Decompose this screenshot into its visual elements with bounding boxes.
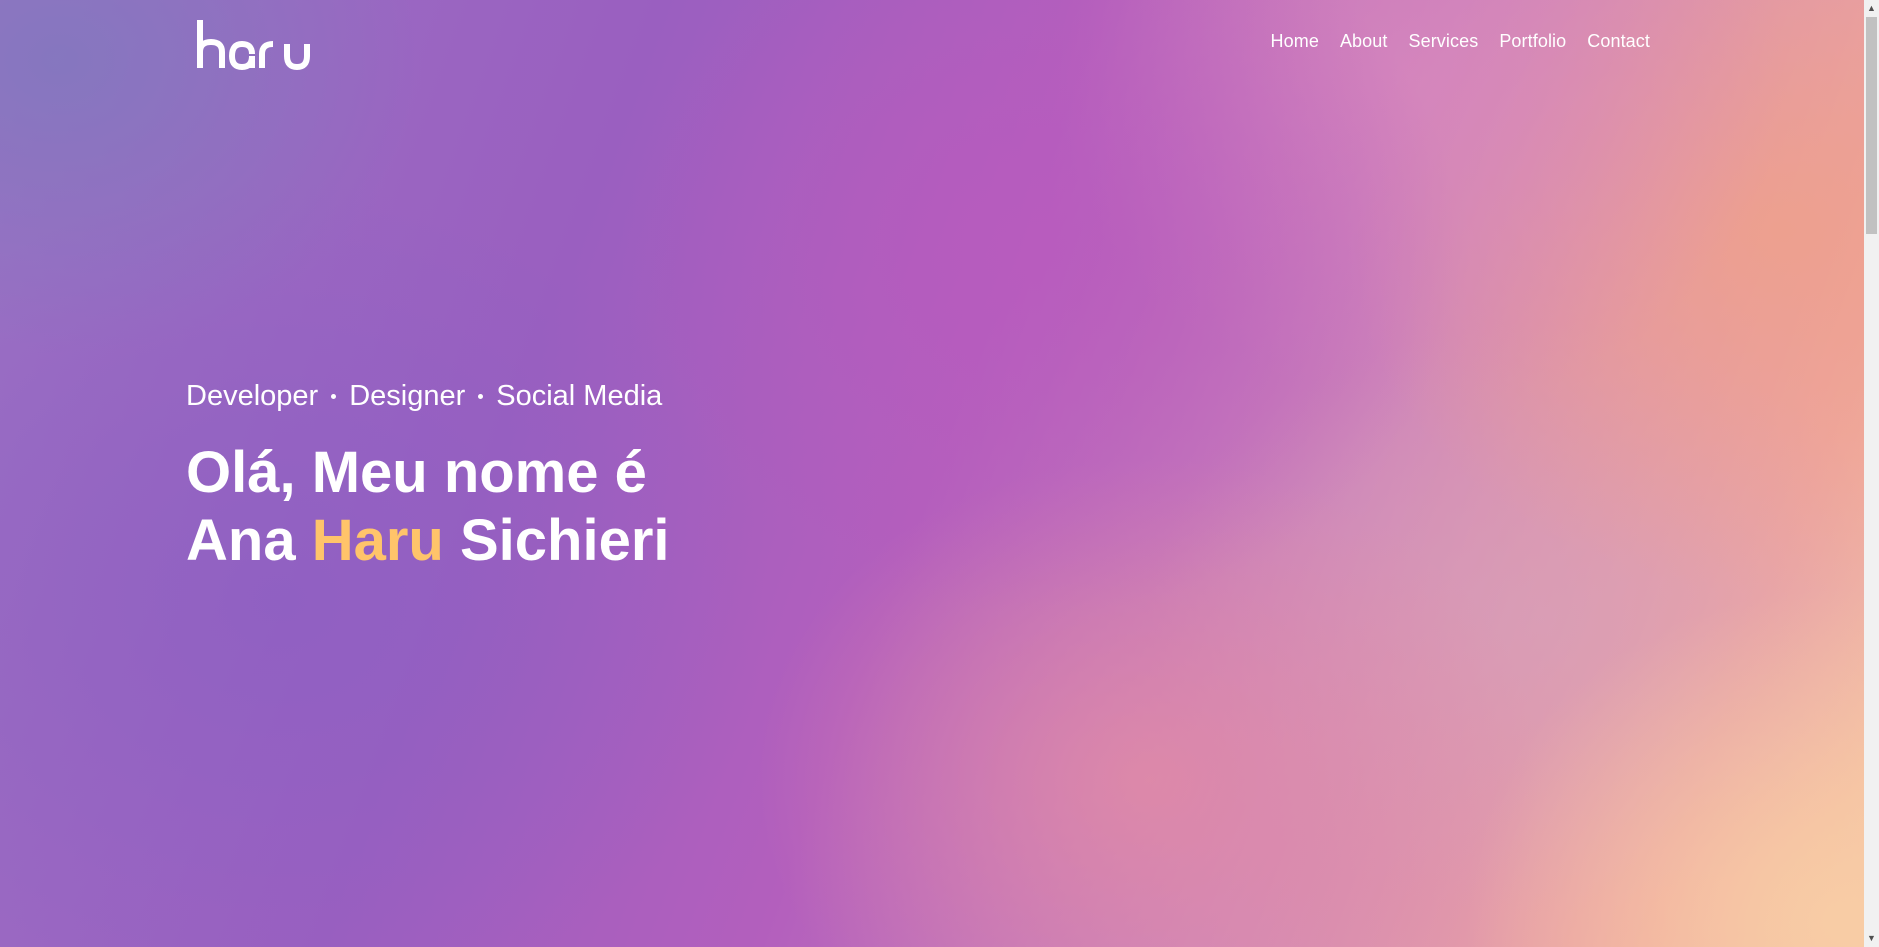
main-nav: Home About Services Portfolio Contact — [1250, 31, 1650, 52]
page-scrollbar[interactable]: ▲ ▼ — [1864, 0, 1879, 947]
greeting-line: Olá, Meu nome é — [186, 440, 647, 505]
nav-portfolio[interactable]: Portfolio — [1499, 31, 1566, 52]
roles-line: Developer Designer Social Media — [186, 380, 670, 413]
role-developer: Developer — [186, 380, 319, 412]
nav-home[interactable]: Home — [1271, 31, 1319, 52]
nav-contact[interactable]: Contact — [1587, 31, 1650, 52]
role-designer: Designer — [349, 380, 466, 412]
chevron-down-icon[interactable]: ▼ — [1864, 930, 1879, 947]
site-header: Home About Services Portfolio Contact — [0, 0, 1864, 90]
chevron-up-icon[interactable]: ▲ — [1864, 0, 1879, 17]
hero-heading: Olá, Meu nome é Ana Haru Sichieri — [186, 439, 670, 575]
separator-dot-icon — [478, 394, 484, 399]
haru-logo[interactable] — [196, 18, 320, 72]
separator-dot-icon — [331, 394, 337, 399]
highlight-name: Haru — [311, 508, 444, 573]
hero-section: Developer Designer Social Media Olá, Meu… — [186, 380, 670, 575]
role-social-media: Social Media — [496, 380, 663, 412]
nav-services[interactable]: Services — [1409, 31, 1479, 52]
scrollbar-thumb[interactable] — [1866, 17, 1877, 234]
first-name: Ana — [186, 508, 296, 573]
last-name: Sichieri — [459, 508, 670, 573]
nav-about[interactable]: About — [1340, 31, 1388, 52]
